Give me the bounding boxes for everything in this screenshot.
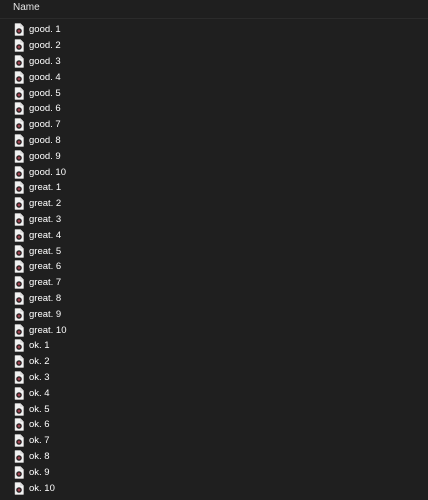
- file-name: good. 5: [29, 87, 61, 99]
- file-row[interactable]: great. 1: [0, 180, 428, 196]
- music-file-icon: [14, 465, 24, 479]
- music-file-icon: [14, 102, 24, 116]
- music-file-icon: [14, 213, 24, 226]
- file-name: great. 9: [29, 308, 62, 320]
- music-file-icon: [14, 260, 24, 274]
- file-name: ok. 9: [29, 466, 50, 478]
- file-row[interactable]: ok. 2: [0, 354, 428, 370]
- file-row[interactable]: good. 8: [0, 133, 428, 149]
- music-file-icon: [14, 323, 24, 337]
- file-name: great. 4: [29, 229, 62, 241]
- file-name: ok. 3: [29, 371, 50, 383]
- file-name: ok. 8: [29, 450, 50, 462]
- music-file-icon: [14, 244, 24, 258]
- file-row[interactable]: great. 2: [0, 196, 428, 212]
- file-row[interactable]: ok. 3: [0, 370, 428, 386]
- file-row[interactable]: great. 5: [0, 243, 428, 259]
- music-file-icon: [14, 402, 24, 416]
- music-file-icon: [14, 292, 24, 305]
- music-file-icon: [14, 386, 24, 400]
- file-name: ok. 1: [29, 340, 50, 352]
- music-file-icon: [14, 339, 24, 353]
- music-file-icon: [14, 23, 24, 37]
- file-name: great. 6: [29, 261, 62, 273]
- music-file-icon: [14, 450, 24, 463]
- file-name: good. 9: [29, 150, 61, 162]
- music-file-icon: [14, 276, 24, 289]
- file-row[interactable]: good. 2: [0, 38, 428, 54]
- file-name: good. 10: [29, 166, 66, 178]
- music-file-icon: [14, 165, 24, 179]
- file-name: good. 8: [29, 134, 61, 146]
- music-file-icon: [14, 371, 24, 384]
- file-row[interactable]: good. 6: [0, 101, 428, 117]
- file-list: good. 1 good. 2 good. 3 good. 4 good. 5 …: [0, 22, 428, 496]
- file-row[interactable]: ok. 6: [0, 417, 428, 433]
- file-name: great. 5: [29, 245, 62, 257]
- file-name: great. 1: [29, 182, 62, 194]
- file-name: good. 7: [29, 119, 61, 131]
- file-name: great. 10: [29, 324, 67, 336]
- column-header[interactable]: Name: [0, 0, 428, 19]
- file-row[interactable]: ok. 4: [0, 385, 428, 401]
- file-row[interactable]: good. 1: [0, 22, 428, 38]
- file-name: good. 2: [29, 40, 61, 52]
- file-row[interactable]: great. 9: [0, 306, 428, 322]
- file-row[interactable]: great. 10: [0, 322, 428, 338]
- file-name: ok. 4: [29, 387, 50, 399]
- file-name: great. 3: [29, 213, 62, 225]
- file-row[interactable]: good. 9: [0, 148, 428, 164]
- music-file-icon: [14, 134, 24, 147]
- music-file-icon: [14, 355, 24, 368]
- file-row[interactable]: ok. 7: [0, 433, 428, 449]
- music-file-icon: [14, 229, 24, 242]
- file-name: great. 2: [29, 198, 62, 210]
- file-name: good. 4: [29, 71, 61, 83]
- file-row[interactable]: great. 8: [0, 291, 428, 307]
- file-name: ok. 6: [29, 419, 50, 431]
- file-row[interactable]: good. 3: [0, 54, 428, 70]
- file-name: great. 7: [29, 277, 62, 289]
- file-row[interactable]: good. 4: [0, 69, 428, 85]
- file-name: ok. 10: [29, 482, 55, 494]
- chevron-up-icon[interactable]: [212, 0, 222, 2]
- file-name: good. 1: [29, 24, 61, 36]
- file-row[interactable]: good. 5: [0, 85, 428, 101]
- file-name: ok. 5: [29, 403, 50, 415]
- file-row[interactable]: ok. 1: [0, 338, 428, 354]
- name-column-header[interactable]: Name: [13, 2, 40, 13]
- file-row[interactable]: great. 6: [0, 259, 428, 275]
- music-file-icon: [14, 39, 24, 52]
- music-file-icon: [14, 481, 24, 495]
- music-file-icon: [14, 71, 24, 84]
- music-file-icon: [14, 418, 24, 432]
- file-name: ok. 2: [29, 356, 50, 368]
- file-row[interactable]: great. 4: [0, 227, 428, 243]
- file-row[interactable]: good. 7: [0, 117, 428, 133]
- music-file-icon: [14, 55, 24, 68]
- file-row[interactable]: ok. 8: [0, 449, 428, 465]
- music-file-icon: [14, 307, 24, 321]
- file-name: great. 8: [29, 292, 62, 304]
- file-row[interactable]: ok. 5: [0, 401, 428, 417]
- file-row[interactable]: great. 7: [0, 275, 428, 291]
- music-file-icon: [14, 150, 24, 163]
- music-file-icon: [14, 434, 24, 447]
- file-row[interactable]: ok. 9: [0, 464, 428, 480]
- file-name: good. 6: [29, 103, 61, 115]
- file-name: good. 3: [29, 55, 61, 67]
- music-file-icon: [14, 118, 24, 131]
- file-name: ok. 7: [29, 435, 50, 447]
- file-explorer-window: Name good. 1 good. 2 good. 3 good. 4 goo…: [0, 0, 428, 500]
- file-row[interactable]: great. 3: [0, 212, 428, 228]
- file-row[interactable]: ok. 10: [0, 480, 428, 496]
- music-file-icon: [14, 181, 24, 195]
- music-file-icon: [14, 197, 24, 210]
- file-row[interactable]: good. 10: [0, 164, 428, 180]
- music-file-icon: [14, 86, 24, 100]
